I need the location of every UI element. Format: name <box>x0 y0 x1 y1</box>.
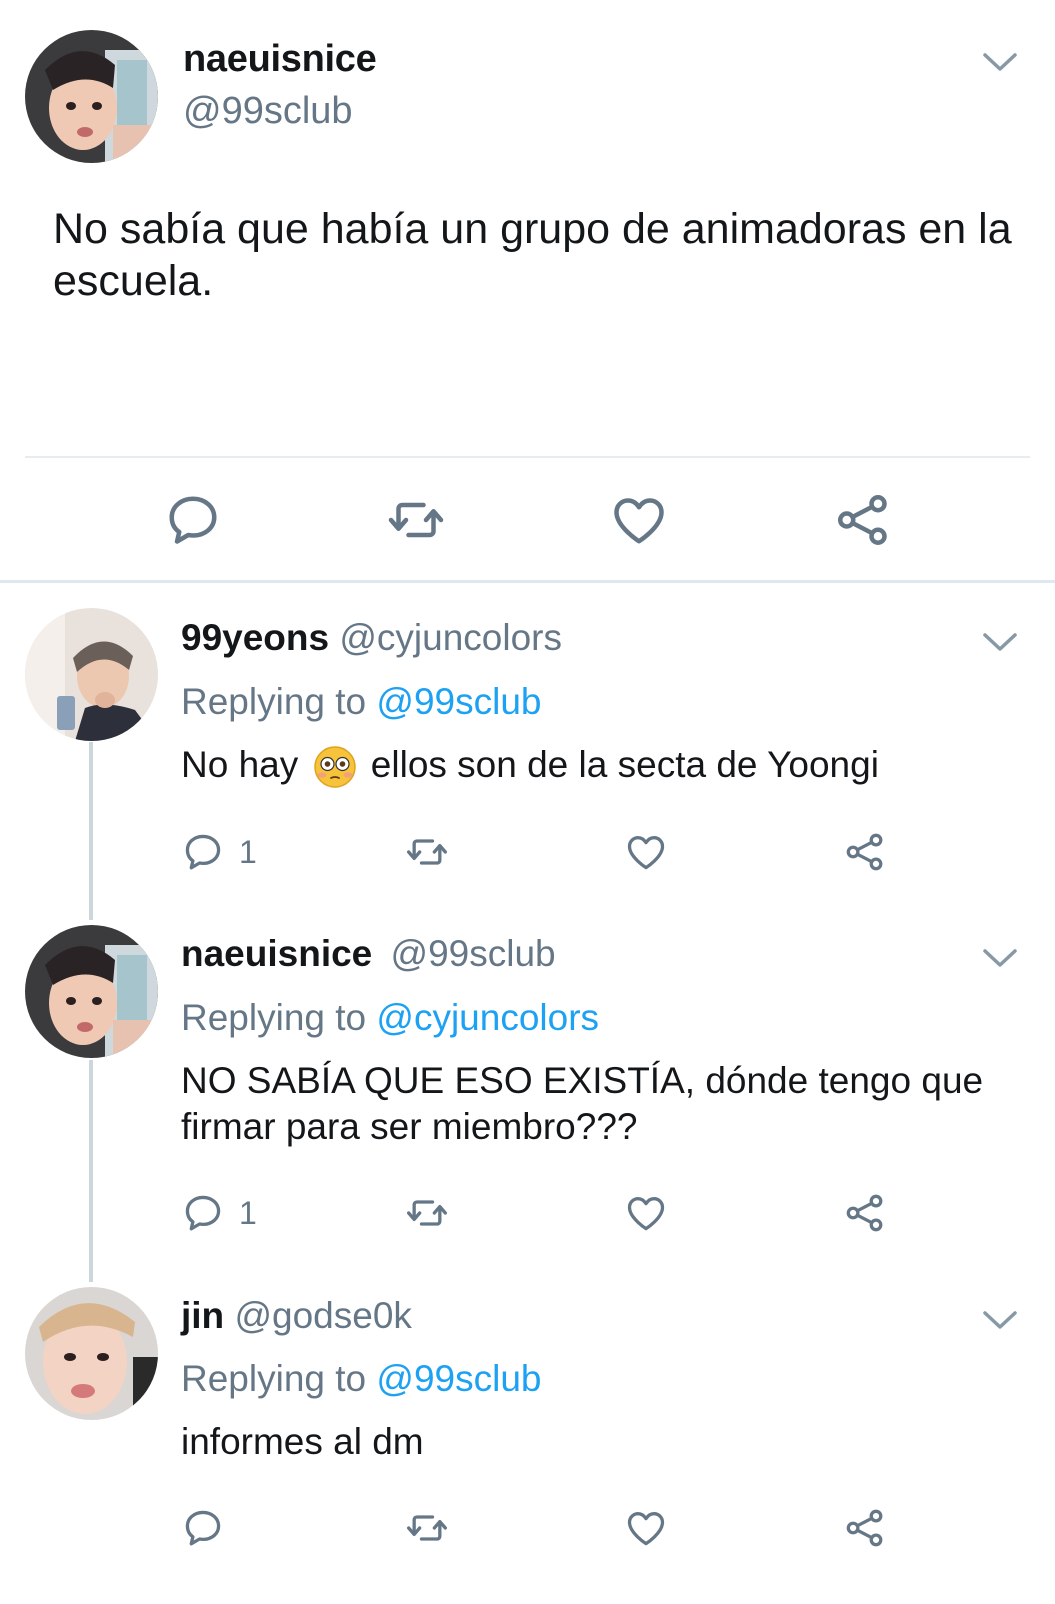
retweet-button[interactable] <box>403 830 451 874</box>
reply-header: naeuisnice @99sclub <box>181 933 556 975</box>
tweet-text: informes al dm <box>181 1421 424 1462</box>
share-icon <box>833 490 893 550</box>
chevron-down-icon[interactable] <box>981 630 1019 654</box>
like-icon <box>624 1191 668 1235</box>
reply-header: 99yeons @cyjuncolors <box>181 617 562 659</box>
replying-to-link[interactable]: @cyjuncolors <box>376 997 599 1038</box>
reply-button[interactable]: 1 <box>181 1191 257 1235</box>
user-handle[interactable]: @godse0k <box>234 1295 411 1336</box>
divider <box>0 580 1055 583</box>
avatar-image <box>25 30 158 163</box>
like-button[interactable] <box>624 830 668 874</box>
replying-to: Replying to @99sclub <box>181 681 541 723</box>
share-icon <box>843 1191 887 1235</box>
like-icon <box>624 830 668 874</box>
tweet-text-part: No hay <box>181 744 299 785</box>
retweet-button[interactable] <box>403 1191 451 1235</box>
replying-to-link[interactable]: @99sclub <box>376 1358 541 1399</box>
flushed-face-emoji-icon <box>313 746 356 788</box>
avatar[interactable] <box>25 608 158 741</box>
display-name[interactable]: naeuisnice <box>181 933 372 974</box>
like-button[interactable] <box>609 490 669 550</box>
reply-count: 1 <box>239 833 257 870</box>
user-handle[interactable]: @cyjuncolors <box>339 617 562 658</box>
display-name[interactable]: jin <box>181 1295 224 1336</box>
like-icon <box>609 490 669 550</box>
share-button[interactable] <box>833 490 893 550</box>
divider <box>25 456 1030 458</box>
reply-icon <box>181 830 225 874</box>
reply-count: 1 <box>239 1194 257 1231</box>
replying-to-label: Replying to <box>181 681 367 722</box>
user-handle[interactable]: @99sclub <box>391 933 556 974</box>
reply-button[interactable] <box>163 490 223 550</box>
replying-to: Replying to @99sclub <box>181 1358 541 1400</box>
thread-line <box>89 742 93 920</box>
share-button[interactable] <box>843 1506 887 1550</box>
retweet-button[interactable] <box>403 1506 451 1550</box>
chevron-down-icon[interactable] <box>981 50 1019 74</box>
like-button[interactable] <box>624 1191 668 1235</box>
avatar[interactable] <box>25 1287 158 1420</box>
reply-icon <box>163 490 223 550</box>
share-button[interactable] <box>843 830 887 874</box>
reply-button[interactable] <box>181 1506 225 1550</box>
reply-icon <box>181 1506 225 1550</box>
retweet-icon <box>403 830 451 874</box>
tweet-text-part: ellos son de la secta de Yoongi <box>370 744 879 785</box>
display-name[interactable]: naeuisnice <box>183 38 377 81</box>
reply-header: jin @godse0k <box>181 1295 412 1337</box>
user-handle[interactable]: @99sclub <box>183 90 353 133</box>
avatar-image <box>25 925 158 1058</box>
retweet-button[interactable] <box>385 490 447 550</box>
replying-to-label: Replying to <box>181 1358 367 1399</box>
replying-to-label: Replying to <box>181 997 367 1038</box>
share-icon <box>843 1506 887 1550</box>
share-icon <box>843 830 887 874</box>
tweet-text: NO SABÍA QUE ESO EXISTÍA, dónde tengo qu… <box>181 1060 984 1147</box>
thread-line <box>89 1060 93 1282</box>
avatar-image <box>25 1287 158 1420</box>
retweet-icon <box>403 1506 451 1550</box>
reply-button[interactable]: 1 <box>181 830 257 874</box>
chevron-down-icon[interactable] <box>981 1308 1019 1332</box>
reply-icon <box>181 1191 225 1235</box>
avatar[interactable] <box>25 30 158 163</box>
avatar-image <box>25 608 158 741</box>
tweet-text: No hay ellos son de la secta de Yoongi <box>181 742 1021 789</box>
like-icon <box>624 1506 668 1550</box>
replying-to-link[interactable]: @99sclub <box>376 681 541 722</box>
replying-to: Replying to @cyjuncolors <box>181 997 599 1039</box>
chevron-down-icon[interactable] <box>981 946 1019 970</box>
share-button[interactable] <box>843 1191 887 1235</box>
avatar[interactable] <box>25 925 158 1058</box>
retweet-icon <box>385 490 447 550</box>
tweet-text: No sabía que había un grupo de animadora… <box>53 205 1012 305</box>
retweet-icon <box>403 1191 451 1235</box>
like-button[interactable] <box>624 1506 668 1550</box>
display-name[interactable]: 99yeons <box>181 617 329 658</box>
